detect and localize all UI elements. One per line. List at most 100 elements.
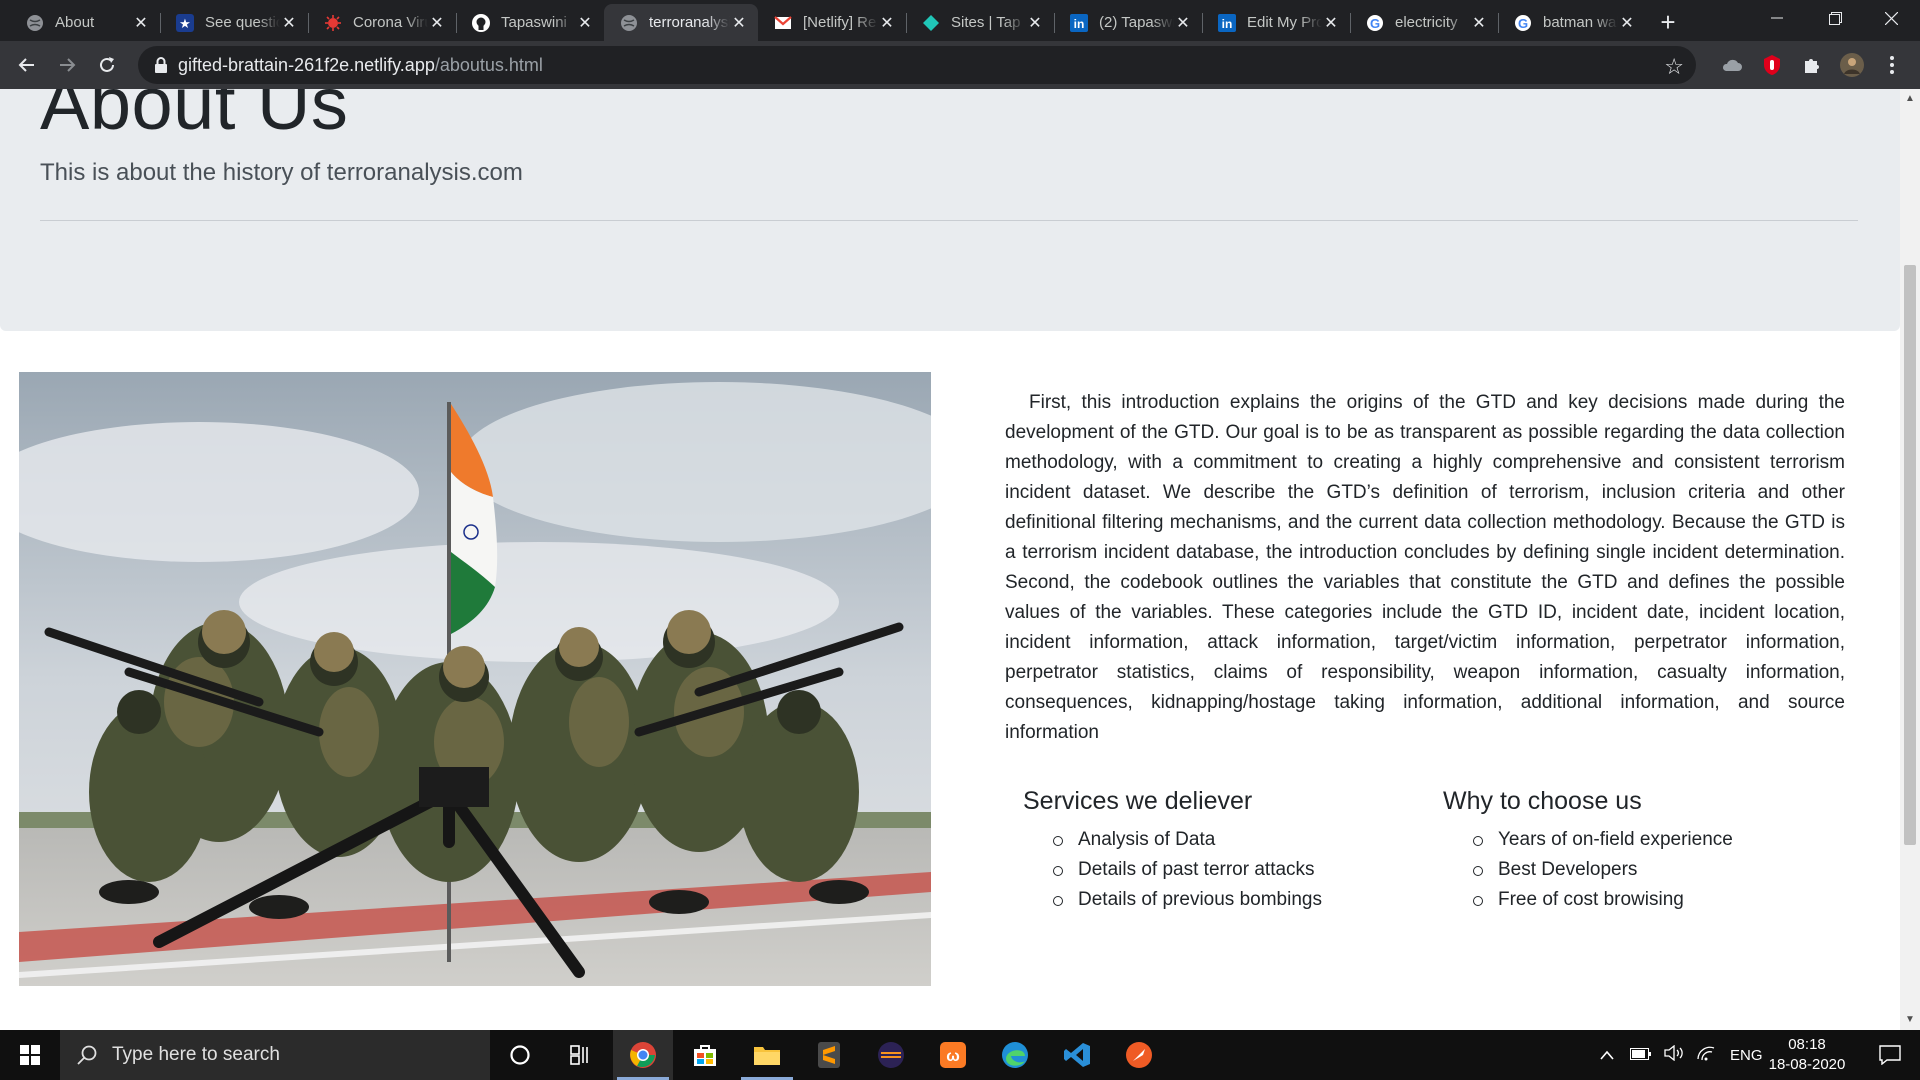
tab-netlify-mail[interactable]: [Netlify] Re ✕ [758,4,906,41]
close-tab-icon[interactable]: ✕ [576,14,594,32]
forward-button[interactable] [52,50,82,80]
linkedin-icon: in [1218,13,1236,32]
page-title: About Us [40,89,349,145]
taskbar-sublime[interactable] [799,1030,859,1080]
page-viewport: About Us This is about the history of te… [0,89,1900,1030]
search-icon [77,1045,97,1065]
tab-google-electricity[interactable]: G electricity ✕ [1350,4,1498,41]
close-tab-icon[interactable]: ✕ [132,14,150,32]
netlify-icon [922,14,940,32]
tab-see-questions[interactable]: ★ See questions ✕ [160,4,308,41]
taskbar-eclipse[interactable] [861,1030,921,1080]
services-column: Services we deliever Analysis of Data De… [1005,787,1425,915]
soldiers-photo [19,372,931,986]
globe-icon [26,14,44,32]
tab-title: Tapaswini [501,14,567,31]
extension-adblock-icon[interactable] [1760,53,1784,77]
taskbar-clock[interactable]: 08:18 18-08-2020 [1752,1035,1862,1075]
chevron-up-icon[interactable] [1600,1047,1614,1064]
tab-corona-virus[interactable]: Corona Virus ✕ [308,4,456,41]
system-tray: ENG [1600,1030,1763,1080]
address-bar[interactable]: gifted-brattain-261f2e.netlify.app/about… [138,46,1696,84]
close-tab-icon[interactable]: ✕ [280,14,298,32]
tab-title: Edit My Profile [1247,14,1322,31]
taskbar-file-explorer[interactable] [737,1030,797,1080]
task-view-button[interactable] [550,1030,610,1080]
close-window-button[interactable] [1862,0,1920,36]
svg-text:in: in [1074,17,1085,31]
close-tab-icon[interactable]: ✕ [1026,14,1044,32]
action-center-button[interactable] [1860,1030,1920,1080]
jumbotron: About Us This is about the history of te… [0,89,1900,331]
postman-icon [1126,1042,1152,1068]
close-tab-icon[interactable]: ✕ [428,14,446,32]
github-icon [472,13,490,32]
tab-google-batman[interactable]: G batman wallpaper ✕ [1498,4,1646,41]
tab-about[interactable]: About ✕ [10,4,160,41]
tab-title: (2) Tapaswini [1099,14,1174,31]
close-tab-icon[interactable]: ✕ [878,14,896,32]
profile-avatar[interactable] [1840,53,1864,77]
back-button[interactable] [12,50,42,80]
svg-text:G: G [1518,16,1528,31]
tab-title: batman wallpaper [1543,14,1618,31]
gmail-icon [774,14,792,32]
close-tab-icon[interactable]: ✕ [1322,14,1340,32]
restore-icon [1828,11,1842,25]
tab-netlify-sites[interactable]: Sites | Tap ✕ [906,4,1054,41]
services-list: Analysis of Data Details of past terror … [1005,825,1425,915]
taskbar-postman[interactable] [1109,1030,1169,1080]
close-tab-icon[interactable]: ✕ [1618,14,1636,32]
globe-icon [620,14,638,32]
cortana-button[interactable] [490,1030,550,1080]
svg-text:in: in [1222,17,1233,31]
close-tab-icon[interactable]: ✕ [730,14,748,32]
extensions-puzzle-icon[interactable] [1800,53,1824,77]
wifi-icon[interactable] [1696,1045,1716,1065]
tab-github[interactable]: Tapaswini ✕ [456,4,604,41]
close-tab-icon[interactable]: ✕ [1470,14,1488,32]
tab-linkedin-profile[interactable]: in (2) Tapaswini ✕ [1054,4,1202,41]
reload-icon [100,57,114,72]
sublime-text-icon [818,1042,840,1068]
cortana-icon [510,1045,530,1065]
url-text[interactable]: gifted-brattain-261f2e.netlify.app/about… [178,55,543,76]
arrow-right-icon [60,58,76,72]
start-button[interactable] [0,1030,60,1080]
new-tab-button[interactable]: + [1654,7,1682,37]
taskbar-xampp[interactable]: ω [923,1030,983,1080]
scroll-down-icon[interactable]: ▼ [1904,1014,1916,1026]
taskbar-edge[interactable] [985,1030,1045,1080]
list-item: Details of past terror attacks [1049,855,1425,885]
notification-icon [1879,1045,1901,1065]
extension-cloud-icon[interactable] [1720,53,1744,77]
tab-terroranalysis[interactable]: terroranalysis ✕ [604,4,758,41]
taskbar-vscode[interactable] [1047,1030,1107,1080]
battery-icon[interactable] [1630,1047,1652,1064]
search-placeholder: Type here to search [112,1044,280,1065]
svg-text:G: G [1370,16,1380,31]
minimize-button[interactable] [1748,0,1806,36]
list-item: Best Developers [1469,855,1845,885]
virus-icon [324,14,342,32]
google-icon: G [1366,14,1384,32]
taskbar-chrome[interactable] [613,1030,673,1080]
scroll-up-icon[interactable]: ▲ [1904,93,1916,105]
close-tab-icon[interactable]: ✕ [1174,14,1192,32]
scrollbar-thumb[interactable] [1904,265,1916,845]
chrome-icon [630,1042,656,1068]
taskbar-store[interactable] [675,1030,735,1080]
list-item: Years of on-field experience [1469,825,1845,855]
eclipse-icon [878,1042,904,1068]
bookmark-star-icon[interactable]: ☆ [1664,54,1684,80]
taskbar-search[interactable]: Type here to search [60,1030,490,1080]
page-scrollbar[interactable]: ▲ ▼ [1900,89,1920,1030]
reload-button[interactable] [92,50,122,80]
tab-linkedin-edit[interactable]: in Edit My Profile ✕ [1202,4,1350,41]
volume-icon[interactable] [1664,1044,1684,1065]
url-path: /aboutus.html [434,55,543,75]
browser-menu-button[interactable] [1880,53,1904,77]
lock-icon[interactable] [152,56,170,74]
windows-icon [20,1045,40,1065]
restore-button[interactable] [1806,0,1864,36]
